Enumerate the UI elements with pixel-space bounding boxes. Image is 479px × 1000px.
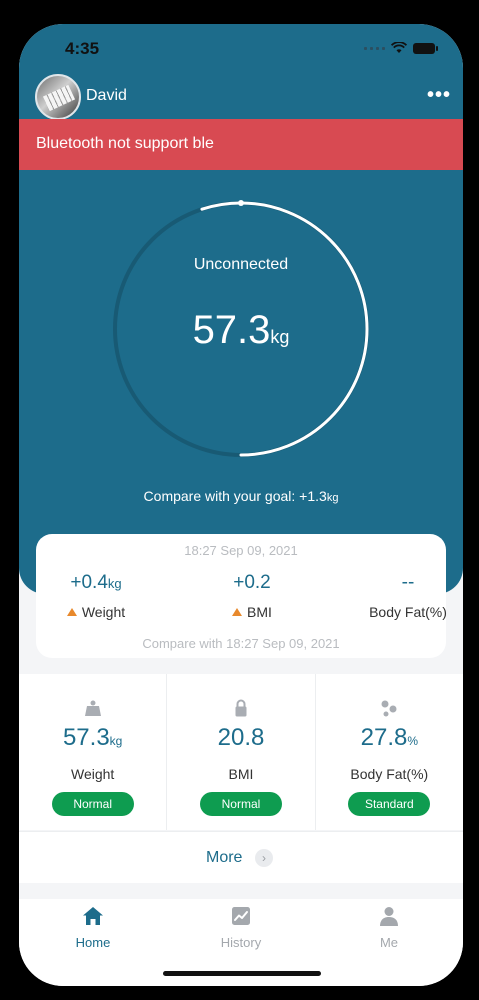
current-weight: 57.3kg	[19, 308, 463, 353]
person-icon	[380, 907, 398, 926]
metric-body-fat-label: Body Fat(%)	[350, 766, 429, 782]
metric-bmi-label: BMI	[228, 766, 254, 782]
compare-footer: Compare with 18:27 Sep 09, 2021	[142, 636, 340, 651]
status-time: 4:35	[65, 39, 100, 58]
gauge-knob	[238, 200, 244, 206]
trend-up-icon	[66, 608, 77, 616]
current-weight-value: 57.3	[192, 308, 271, 352]
username: David	[86, 87, 127, 104]
body-fat-icon	[381, 700, 397, 717]
metric-weight-unit: kg	[109, 734, 123, 748]
compare-weight: +0.4kg Weight	[19, 572, 174, 620]
home-indicator	[163, 971, 321, 976]
wifi-icon	[391, 42, 407, 53]
compare-weight-label: Weight	[81, 604, 126, 620]
goal-comparison-unit: kg	[326, 492, 339, 504]
status-icons	[364, 42, 438, 54]
more-label: More	[206, 849, 243, 866]
compare-columns: +0.4kg Weight +0.2 BMI -- Body Fat(%)	[36, 572, 447, 620]
metric-weight-value: 57.3	[62, 724, 110, 751]
compare-bmi: +0.2 BMI	[174, 572, 330, 620]
weight-icon	[84, 700, 101, 716]
compare-card[interactable]: 18:27 Sep 09, 2021 +0.4kg Weight +0.2 BM…	[36, 534, 447, 658]
goal-comparison: Compare with your goal: +1.3kg	[19, 488, 463, 504]
signal-icon	[364, 46, 385, 50]
alert-text: Bluetooth not support ble	[36, 135, 214, 152]
compare-bmi-label: BMI	[247, 604, 272, 620]
connection-status: Unconnected	[193, 256, 289, 273]
more-button[interactable]: More ›	[19, 831, 463, 883]
metric-body-fat-value: 27.8	[360, 724, 408, 751]
compare-weight-value: +0.4kg	[70, 572, 122, 593]
metric-weight-badge: Normal	[51, 792, 134, 816]
status-bar: 4:35	[19, 24, 463, 74]
compare-date: 18:27 Sep 09, 2021	[184, 543, 298, 558]
tab-home[interactable]: Home	[19, 899, 167, 986]
metric-bmi-value: 20.8	[217, 724, 265, 751]
avatar[interactable]	[35, 74, 81, 120]
metric-weight-label: Weight	[71, 766, 115, 782]
tab-home-label: Home	[75, 935, 111, 950]
more-options-icon[interactable]: •••	[427, 84, 451, 107]
metric-body-fat-badge: Standard	[348, 792, 431, 816]
tab-history-label: History	[220, 935, 262, 950]
compare-body-fat: -- Body Fat(%)	[330, 572, 463, 620]
bluetooth-alert-banner: Bluetooth not support ble	[19, 119, 463, 170]
metric-bmi-badge: Normal	[199, 792, 282, 816]
compare-bmi-value: +0.2	[233, 572, 271, 593]
tab-me-label: Me	[379, 935, 399, 950]
metric-bmi[interactable]: 20.8 BMI Normal	[167, 674, 316, 830]
tab-me[interactable]: Me	[315, 899, 463, 986]
phone-screen: 4:35 David ••• Bluetooth not support ble…	[19, 24, 463, 986]
goal-comparison-text: Compare with your goal: +1.3	[143, 488, 327, 504]
chevron-right-icon: ›	[255, 849, 273, 867]
weight-gauge: Unconnected 57.3kg	[19, 194, 463, 494]
home-icon	[83, 907, 103, 925]
metric-body-fat-unit: %	[407, 734, 419, 748]
top-bar: David •••	[19, 72, 463, 120]
trend-up-icon	[232, 608, 243, 616]
current-weight-unit: kg	[270, 327, 290, 347]
compare-body-fat-value: --	[401, 572, 415, 593]
metric-body-fat[interactable]: 27.8% Body Fat(%) Standard	[316, 674, 463, 830]
metric-weight[interactable]: 57.3kg Weight Normal	[19, 674, 168, 830]
battery-icon	[413, 42, 438, 54]
metrics-panel: 57.3kg Weight Normal 20.8 BMI Normal 27.…	[19, 674, 463, 830]
history-chart-icon	[232, 907, 250, 925]
compare-body-fat-label: Body Fat(%)	[369, 604, 447, 620]
bmi-lock-icon	[235, 699, 247, 717]
